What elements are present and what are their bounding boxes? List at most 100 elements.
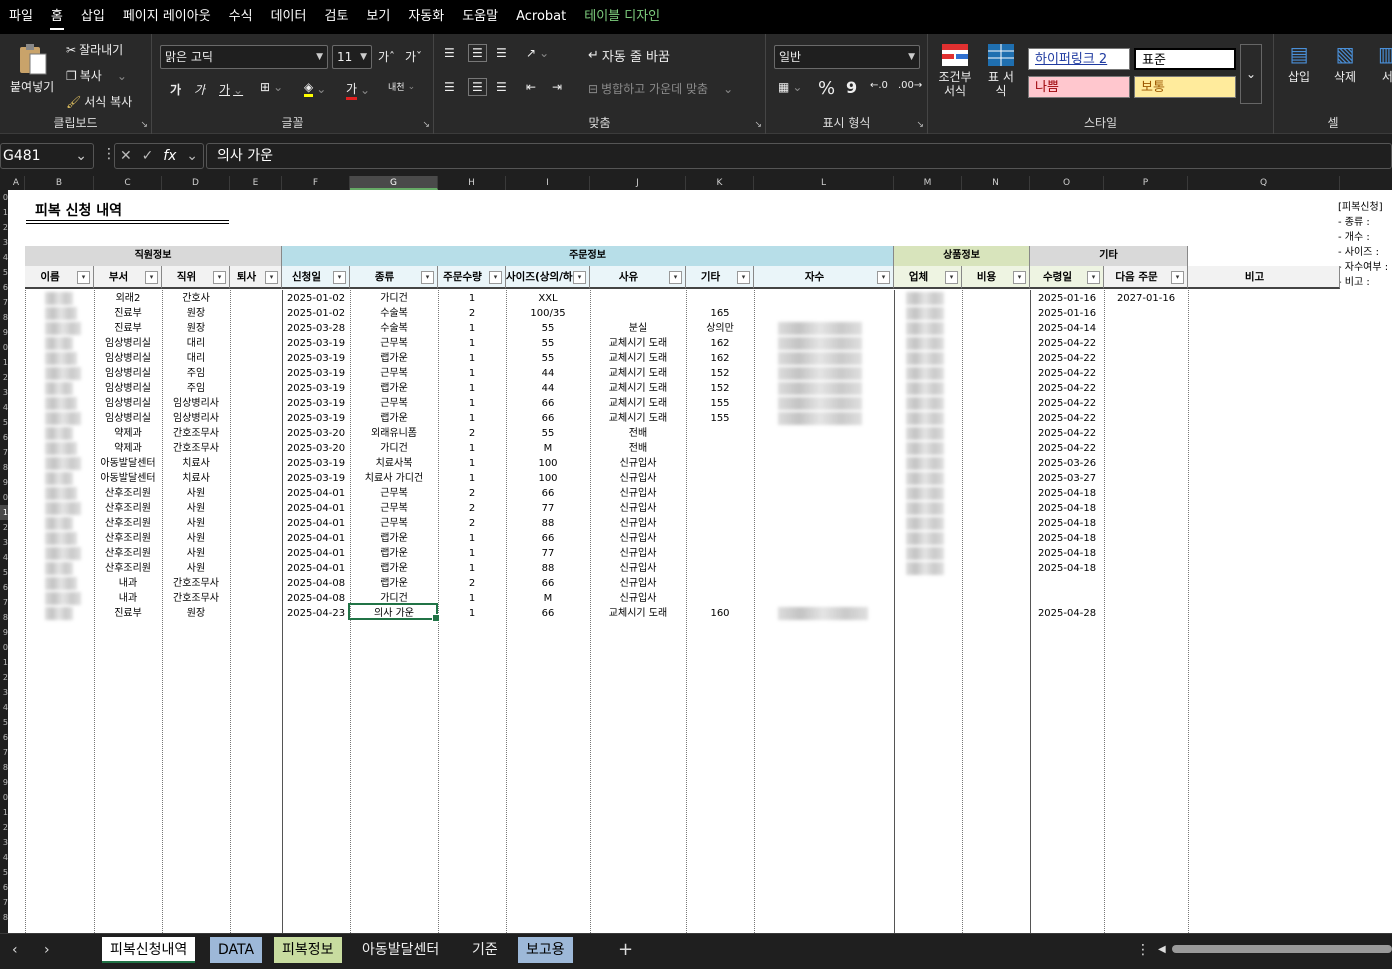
more-icon[interactable]: ⋮ <box>1136 937 1150 963</box>
cell[interactable]: 사원 <box>162 546 230 561</box>
confirm-icon[interactable]: ✓ <box>142 148 154 164</box>
cell[interactable] <box>686 426 754 441</box>
filter-dropdown-icon[interactable]: ▾ <box>489 271 502 284</box>
cell[interactable]: 신규입사 <box>590 516 686 531</box>
menu-home[interactable]: 홈 <box>42 0 72 34</box>
cell[interactable]: 분실 <box>590 321 686 336</box>
phonetic-button[interactable]: 내천 ⌄ <box>388 80 415 94</box>
cell[interactable]: 교체시기 도래 <box>590 351 686 366</box>
cell[interactable]: 원장 <box>162 321 230 336</box>
row-header[interactable]: 4 <box>0 400 8 415</box>
cell[interactable]: 2025-04-18 <box>1030 561 1104 576</box>
column-header-o[interactable]: O <box>1030 176 1104 190</box>
row-header[interactable]: 8 <box>0 610 8 625</box>
align-center-button[interactable]: ☰ <box>468 78 487 96</box>
cell[interactable]: 산후조리원 <box>94 561 162 576</box>
cell[interactable]: 44 <box>506 381 590 396</box>
cell[interactable]: 사원 <box>162 531 230 546</box>
insert-function-icon[interactable]: fx <box>163 148 176 164</box>
row-header[interactable]: 4 <box>0 850 8 865</box>
row-header[interactable]: 0 <box>0 190 8 205</box>
row-header[interactable]: 6 <box>0 280 8 295</box>
cell[interactable]: 2025-04-18 <box>1030 531 1104 546</box>
cell[interactable]: 55 <box>506 351 590 366</box>
cell[interactable]: 2027-01-16 <box>1104 291 1188 306</box>
styles-more-button[interactable]: ⌄ <box>1240 44 1262 104</box>
cell[interactable] <box>1030 591 1104 606</box>
cell[interactable]: 1 <box>438 591 506 606</box>
filter-dropdown-icon[interactable]: ▾ <box>1171 271 1184 284</box>
cell[interactable]: 2025-01-16 <box>1030 306 1104 321</box>
cell[interactable]: 1 <box>438 471 506 486</box>
cell[interactable]: 1 <box>438 336 506 351</box>
cell[interactable] <box>1104 336 1188 351</box>
cell[interactable]: 1 <box>438 411 506 426</box>
column-header-c[interactable]: C <box>94 176 162 190</box>
cell[interactable]: 근무복 <box>350 366 438 381</box>
row-header[interactable]: 5 <box>0 865 8 880</box>
cell[interactable]: 신규입사 <box>590 501 686 516</box>
cell[interactable]: 치료사복 <box>350 456 438 471</box>
row-header[interactable]: 4 <box>0 700 8 715</box>
cell[interactable]: 2025-03-19 <box>282 336 350 351</box>
cell[interactable]: 2 <box>438 486 506 501</box>
selected-cell[interactable] <box>348 603 440 622</box>
cell[interactable] <box>1104 516 1188 531</box>
row-header[interactable]: 3 <box>0 535 8 550</box>
menu-table-design[interactable]: 테이블 디자인 <box>575 0 669 34</box>
cell[interactable]: 2 <box>438 426 506 441</box>
cell[interactable]: 주임 <box>162 366 230 381</box>
cell[interactable]: 교체시기 도래 <box>590 366 686 381</box>
cell[interactable]: 산후조리원 <box>94 531 162 546</box>
cell[interactable]: 152 <box>686 366 754 381</box>
cell[interactable]: 2025-03-20 <box>282 441 350 456</box>
cell[interactable] <box>1104 306 1188 321</box>
horizontal-scrollbar[interactable] <box>1172 945 1392 953</box>
cell[interactable]: 2025-03-19 <box>282 456 350 471</box>
cell[interactable]: 1 <box>438 366 506 381</box>
cell[interactable] <box>686 546 754 561</box>
cell[interactable]: 66 <box>506 576 590 591</box>
underline-button[interactable]: 가 ⌄ <box>219 81 243 98</box>
row-header[interactable]: 9 <box>0 625 8 640</box>
cell[interactable] <box>1104 351 1188 366</box>
accounting-button[interactable]: ▦ ⌄ <box>778 80 802 94</box>
decrease-indent-button[interactable]: ⇤ <box>526 80 536 94</box>
comma-button[interactable]: 9 <box>846 78 857 97</box>
cell[interactable]: 신규입사 <box>590 471 686 486</box>
cell[interactable]: 2025-04-08 <box>282 576 350 591</box>
tab-data[interactable]: DATA <box>210 937 263 963</box>
cell[interactable]: 임상병리실 <box>94 366 162 381</box>
cell[interactable] <box>686 471 754 486</box>
cell[interactable]: 2025-04-01 <box>282 531 350 546</box>
cancel-icon[interactable]: ✕ <box>120 148 132 164</box>
cell[interactable]: 2025-04-14 <box>1030 321 1104 336</box>
increase-indent-button[interactable]: ⇥ <box>552 80 562 94</box>
row-header[interactable]: 6 <box>0 580 8 595</box>
cell[interactable]: 2025-04-22 <box>1030 366 1104 381</box>
cell[interactable]: 교체시기 도래 <box>590 336 686 351</box>
cell[interactable]: 55 <box>506 321 590 336</box>
menu-help[interactable]: 도움말 <box>453 0 507 34</box>
cell[interactable]: 임상병리사 <box>162 411 230 426</box>
cell[interactable]: 진료부 <box>94 606 162 621</box>
row-header[interactable]: 1 <box>0 505 8 520</box>
cell[interactable]: 2025-04-28 <box>1030 606 1104 621</box>
cell[interactable]: 155 <box>686 396 754 411</box>
cell[interactable]: 근무복 <box>350 501 438 516</box>
cell[interactable] <box>686 501 754 516</box>
cell[interactable]: 2025-04-22 <box>1030 336 1104 351</box>
font-color-button[interactable]: 가 ⌄ <box>346 80 370 100</box>
cell[interactable]: 2025-04-22 <box>1030 426 1104 441</box>
cell[interactable]: 1 <box>438 351 506 366</box>
row-header[interactable]: 3 <box>0 685 8 700</box>
cell[interactable]: 간호조무사 <box>162 591 230 606</box>
row-header[interactable]: 5 <box>0 715 8 730</box>
cell[interactable] <box>686 291 754 306</box>
cell[interactable] <box>1104 501 1188 516</box>
cell[interactable]: 임상병리실 <box>94 381 162 396</box>
row-header[interactable]: 0 <box>0 790 8 805</box>
row-header[interactable]: 7 <box>0 895 8 910</box>
cell[interactable]: 1 <box>438 531 506 546</box>
row-header[interactable]: 3 <box>0 385 8 400</box>
